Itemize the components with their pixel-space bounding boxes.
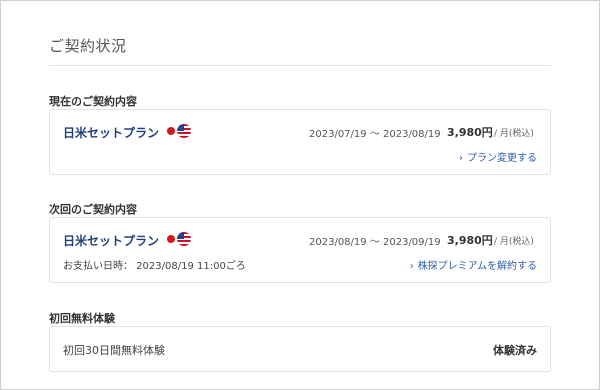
next-plan-name: 日米セットプラン [63, 234, 160, 248]
contract-status-panel: ご契約状況 現在のご契約内容 日米セットプラン 2023/07/19 ～ 202… [0, 0, 600, 390]
free-trial-card: 初回30日間無料体験 体験済み [49, 326, 551, 372]
current-period: 2023/07/19 ～ 2023/08/19 [309, 129, 441, 140]
current-plan-name: 日米セットプラン [63, 126, 160, 140]
plan-flags [167, 232, 193, 246]
cancel-premium-link[interactable]: › 株探プレミアムを解約する [410, 257, 537, 272]
page-title: ご契約状況 [49, 37, 127, 55]
current-price-unit: / 月(税込) [494, 129, 534, 139]
plan-flags [167, 124, 193, 138]
chevron-right-icon: › [459, 153, 463, 164]
usa-flag-icon [177, 124, 191, 138]
free-trial-heading: 初回無料体験 [49, 312, 115, 325]
next-price: 3,980円 [447, 234, 493, 247]
change-plan-label: プラン変更する [467, 153, 537, 164]
free-trial-status: 体験済み [493, 344, 537, 357]
current-contract-card: 日米セットプラン 2023/07/19 ～ 2023/08/19 3,980円 … [49, 109, 551, 175]
payment-date: お支払い日時： 2023/08/19 11:00ごろ [63, 261, 246, 272]
usa-flag-icon [177, 232, 191, 246]
chevron-right-icon: › [409, 261, 414, 272]
current-price: 3,980円 [447, 126, 493, 139]
cancel-premium-label: 株探プレミアムを解約する [417, 261, 537, 272]
japan-flag-icon [167, 235, 175, 243]
next-contract-card: 日米セットプラン 2023/08/19 ～ 2023/09/19 3,980円 … [49, 217, 551, 283]
next-period: 2023/08/19 ～ 2023/09/19 [309, 237, 441, 248]
free-trial-label: 初回30日間無料体験 [63, 344, 165, 357]
title-divider [49, 65, 551, 66]
current-contract-heading: 現在のご契約内容 [49, 95, 137, 108]
change-plan-link[interactable]: › プラン変更する [459, 149, 537, 164]
next-contract-heading: 次回のご契約内容 [49, 203, 137, 216]
next-price-unit: / 月(税込) [494, 237, 534, 247]
japan-flag-icon [167, 127, 175, 135]
